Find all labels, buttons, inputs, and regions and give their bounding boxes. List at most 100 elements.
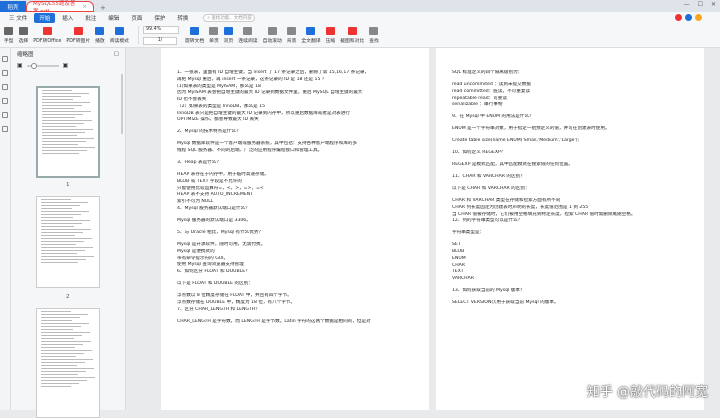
document-line: （2）如果表的类型是 InnoDB，那么是 15	[177, 103, 266, 109]
image-large-icon: ▣	[62, 62, 69, 69]
thumbnail-view-icon[interactable]	[2, 56, 8, 62]
menu-item[interactable]: 开始	[34, 12, 56, 23]
document-line	[452, 109, 688, 113]
thumbnail-line	[42, 147, 95, 148]
layers-icon[interactable]	[2, 126, 8, 132]
document-line: CHAR 和 VARCHAR 类型在存储和检索方面有所不同	[452, 198, 561, 204]
toolbar-button[interactable]: 选择	[19, 26, 28, 44]
document-line: Mysql 数据库软件是一个客户端或服务器系统，其中包括：支持各种客户端程序和库…	[177, 141, 358, 147]
thumbnail-line	[42, 126, 76, 127]
document-line: CHAR 列长度固定为创建表时声明的长度，长度值范围是 1 到 255	[452, 204, 589, 210]
document-line: Mysql 是便携式的	[177, 248, 215, 254]
toolbar-button[interactable]: 背景	[287, 26, 296, 44]
document-line: CHAR_LENGTH 是字符数，而 LENGTH 是字节数。Latin 字符的…	[177, 318, 371, 324]
thumbnail-line	[41, 223, 82, 224]
tab-document[interactable]: MySQL55题及答案.pdf ×	[26, 1, 94, 15]
thumbnail-line	[42, 102, 90, 103]
thumbnail-line	[41, 353, 84, 354]
scrollbar[interactable]	[121, 74, 123, 134]
thumbnail-line	[41, 232, 83, 233]
toolbar-button[interactable]: 全文翻译	[301, 26, 321, 44]
toolbar-button-label: 截图和对比	[340, 38, 365, 44]
toolbar-button[interactable]: 旋转文档	[185, 26, 204, 44]
collapse-icon[interactable]: ▢	[114, 51, 119, 57]
document-line: 浮点数以 8 位精度存储在 FLOAT 中，并且有四个字节。	[177, 293, 292, 298]
document-line: 6、如何区分 FLOAT 和 DOUBLE？	[177, 269, 250, 275]
menu-item[interactable]: 保护	[149, 13, 170, 23]
menu-item[interactable]: 页面	[126, 13, 147, 23]
document-line	[452, 121, 688, 125]
menu-item[interactable]: 三 文件	[4, 13, 32, 23]
document-line: REGEXP 是模式匹配，其中匹配模式在搜索值的任何位置。	[452, 162, 573, 168]
close-icon[interactable]: ×	[82, 4, 87, 10]
search-input[interactable]: ⌕ 查找功能、文档内容	[203, 13, 256, 22]
document-line: HEAP 表不支持 AUTO_INCREMENT	[177, 192, 253, 198]
red-circle-icon[interactable]	[675, 14, 682, 21]
thumbnail-line	[42, 90, 72, 91]
toolbar-button[interactable]: 自动滚动	[262, 26, 282, 44]
new-tab-button[interactable]: +	[100, 4, 106, 12]
toolbar-button[interactable]: 连续阅读	[238, 26, 258, 44]
attachment-icon[interactable]	[2, 112, 8, 118]
toolbar-button[interactable]: 截图和对比	[340, 26, 365, 44]
maximize-icon[interactable]: ☐	[698, 1, 703, 8]
document-line: 3、Heap 表是什么？	[177, 160, 221, 166]
thumbnail-line	[42, 150, 87, 151]
document-line: 字符串类型是：	[452, 230, 485, 236]
document-line: 再把 Mysql 重启，再 insert 一条记录，这条记录的 ID 是 18 …	[177, 76, 327, 82]
tab-home[interactable]: 稻壳	[0, 1, 26, 12]
thumbnail-line	[41, 229, 91, 230]
toolbar-button[interactable]: 单页	[209, 26, 219, 44]
annotation-icon[interactable]	[2, 84, 8, 90]
document-line: ENUM 是一个字符串对象，用于指定一组预定义的值，并可在创建表时使用。	[452, 126, 610, 132]
menu-item[interactable]: 插入	[57, 13, 78, 23]
toolbar-button[interactable]: PDF转Office	[33, 26, 61, 44]
page-input[interactable]: 1/	[142, 36, 177, 45]
document-line	[452, 193, 688, 197]
zoom-page-group: 99.4% 1/	[142, 25, 179, 45]
page-thumbnail[interactable]	[36, 308, 100, 418]
thumbnail-line	[41, 202, 88, 203]
left-rail	[0, 48, 11, 410]
thumbnail-line	[42, 96, 81, 97]
menu-item[interactable]: 批注	[80, 13, 101, 23]
toolbar-icon	[73, 26, 83, 35]
image-icon: ▣	[17, 62, 23, 69]
zoom-select[interactable]: 99.4%	[142, 25, 179, 34]
document-line: read committed：脏读，不可重复读	[452, 88, 531, 94]
menu-item[interactable]: 编辑	[103, 13, 124, 23]
document-line: 使用 Mysql 查询浏览器支持管理	[177, 262, 244, 268]
toolbar-icon	[190, 26, 200, 35]
menu-item[interactable]: 转换	[172, 13, 193, 23]
search-icon[interactable]	[2, 98, 8, 104]
blue-circle-icon[interactable]	[685, 14, 692, 21]
window-close-icon[interactable]: ✕	[711, 1, 716, 8]
slider-knob[interactable]	[30, 62, 37, 69]
thumbnail-line	[41, 347, 75, 348]
document-line	[177, 213, 413, 217]
thumbnail-line	[41, 217, 73, 218]
thumbnail-line	[41, 205, 80, 206]
toolbar-button[interactable]: PDF转图片	[66, 26, 90, 44]
document-line: 11、CHAR 和 VARCHAR 的区别？	[452, 174, 525, 180]
toolbar-button[interactable]: 双页	[224, 26, 233, 44]
toolbar-button[interactable]: 压缩	[326, 26, 335, 44]
toolbar-button-label: 自动滚动	[262, 38, 282, 44]
toolbar-button[interactable]: 查找	[369, 26, 379, 44]
toolbar-icon	[42, 26, 52, 35]
toolbar-button[interactable]: 手型	[4, 26, 14, 44]
toolbar-icon	[306, 26, 316, 35]
orange-circle-icon[interactable]	[695, 14, 702, 21]
toolbar-button[interactable]: 阅读模式	[110, 26, 129, 44]
pdf-page-right: SQL 标准定义的四个隔离级别为： read uncommited ：读到未提交数…	[436, 48, 704, 410]
thumbnail-line	[41, 380, 87, 381]
document-area[interactable]: 1、一张表，里面有 ID 自增主键，当 insert 了 17 条记录之后，删除…	[126, 48, 720, 410]
document-line	[177, 167, 413, 171]
toolbar-button[interactable]: 播放	[95, 26, 105, 44]
document-line: TEXT	[452, 269, 464, 275]
page-thumbnail[interactable]	[36, 196, 100, 288]
minimize-icon[interactable]: —	[684, 1, 690, 8]
page-thumbnail[interactable]	[36, 86, 100, 178]
thumbnail-zoom-slider[interactable]: ▣ ▣	[11, 60, 125, 71]
bookmark-icon[interactable]	[2, 70, 8, 76]
